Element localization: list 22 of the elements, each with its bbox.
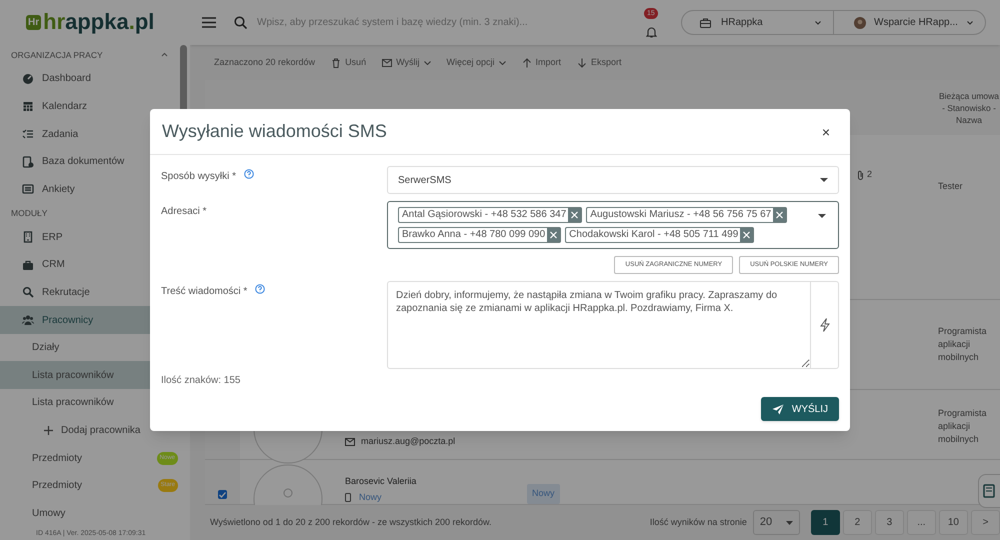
logo-text: hrappka.pl <box>43 11 154 34</box>
employee-name: Barosevic Valeriia <box>345 475 418 488</box>
selection-count: Zaznaczono 20 rekordów <box>214 56 316 69</box>
field-label: Sposób wysyłki * <box>161 170 236 184</box>
recipient-chip: Antal Gąsiorowski - +48 532 586 347 <box>398 207 582 223</box>
logo-mark: Hr <box>26 14 42 30</box>
contract-position: Programista aplikacji mobilnych <box>938 407 988 446</box>
status-badge: Nowy <box>527 484 560 504</box>
employee-email: mariusz.aug@poczta.pl <box>361 435 456 448</box>
dialog-title: Wysyłanie wiadomości SMS <box>162 120 387 143</box>
recipient-chip: Chodakowski Karol - +48 505 711 499 <box>565 227 754 243</box>
records-summary: Wyświetlono od 1 do 20 z 200 rekordów - ze wszystkich 200 rekordów. <box>210 516 493 529</box>
contract-position: Tester <box>938 180 964 193</box>
field-label: Adresaci * <box>161 205 207 219</box>
page-size-label: Ilość wyników na stronie <box>650 516 747 529</box>
field-label: Treść wiadomości * <box>161 285 248 299</box>
recipient-chip: Augustowski Mariusz - +48 56 756 75 67 <box>586 207 788 223</box>
contract-position: Programista aplikacji mobilnych <box>938 325 988 364</box>
column-header: Bieżąca umowa - Stanowisko - Nazwa <box>938 90 1000 127</box>
section-heading: ORGANIZACJA PRACY <box>11 48 104 62</box>
attachment-count: 2 <box>867 168 872 181</box>
recipient-chip: Brawko Anna - +48 780 099 090 <box>398 227 562 243</box>
